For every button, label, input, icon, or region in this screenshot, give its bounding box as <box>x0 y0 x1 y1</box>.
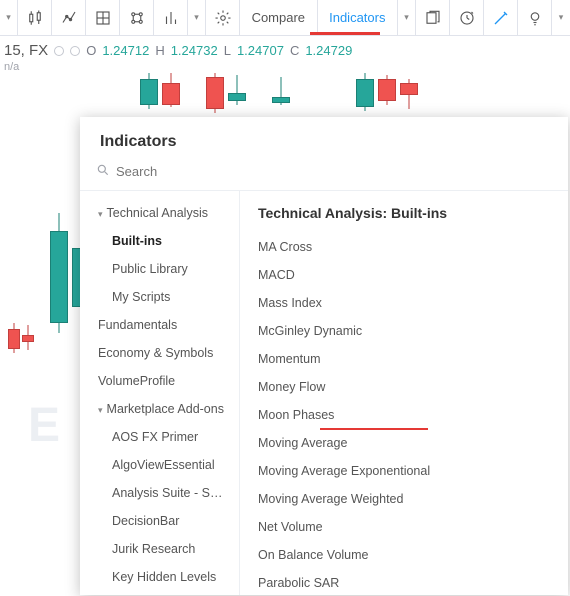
search-icon <box>96 163 110 180</box>
c-label: C <box>290 43 299 58</box>
chart-style-2-icon[interactable] <box>52 0 86 35</box>
ohlc-row: 15, FX O 1.24712 H 1.24732 L 1.24707 C 1… <box>0 36 570 59</box>
callout-underline-indicators <box>310 32 380 35</box>
indicators-button[interactable]: Indicators <box>318 0 398 35</box>
na-label: n/a <box>0 59 570 73</box>
candle <box>356 73 374 111</box>
nav-builtins[interactable]: Built-ins <box>80 227 239 255</box>
list-pane: Technical Analysis: Built-ins MA Cross M… <box>240 191 568 595</box>
candle <box>400 79 418 109</box>
list-item[interactable]: Money Flow <box>258 373 550 401</box>
candle <box>140 73 158 109</box>
chart-style-dropdown[interactable]: ▾ <box>188 0 206 35</box>
list-item[interactable]: MA Cross <box>258 233 550 261</box>
nav-economy-symbols[interactable]: Economy & Symbols <box>80 339 239 367</box>
bulb-icon[interactable] <box>518 0 552 35</box>
l-label: L <box>224 43 231 58</box>
search-row <box>80 163 568 191</box>
h-label: H <box>155 43 164 58</box>
nav-jurik[interactable]: Jurik Research <box>80 535 239 563</box>
list-item-moving-average[interactable]: Moving Average <box>258 429 550 457</box>
alert-icon[interactable] <box>450 0 484 35</box>
list-item[interactable]: Moving Average Weighted <box>258 485 550 513</box>
list-heading: Technical Analysis: Built-ins <box>258 205 550 221</box>
nav-public-library[interactable]: Public Library <box>80 255 239 283</box>
candle <box>22 325 34 350</box>
nav-technical-analysis[interactable]: Technical Analysis <box>80 199 239 227</box>
eye-icon[interactable] <box>54 46 64 56</box>
nav-aos[interactable]: AOS FX Primer <box>80 423 239 451</box>
candle <box>272 77 290 105</box>
watermark: E <box>28 398 60 453</box>
list-item[interactable]: Momentum <box>258 345 550 373</box>
list-item[interactable]: Net Volume <box>258 513 550 541</box>
nav-marketplace[interactable]: Marketplace Add-ons <box>80 395 239 423</box>
nav-analysis-suite[interactable]: Analysis Suite - SCM... <box>80 479 239 507</box>
nav-fundamentals[interactable]: Fundamentals <box>80 311 239 339</box>
candle <box>162 73 180 107</box>
callout-underline-moving-average <box>320 428 428 430</box>
list-item[interactable]: Parabolic SAR <box>258 569 550 595</box>
list-item[interactable]: Moving Average Exponentional <box>258 457 550 485</box>
symbol-text: 15, FX <box>4 42 48 59</box>
list-item[interactable]: MACD <box>258 261 550 289</box>
indicators-modal: Indicators Technical Analysis Built-ins … <box>80 117 568 595</box>
nav-my-scripts[interactable]: My Scripts <box>80 283 239 311</box>
gear-icon[interactable] <box>206 0 240 35</box>
candle <box>50 213 68 333</box>
nav-pane: Technical Analysis Built-ins Public Libr… <box>80 191 240 595</box>
indicators-dropdown[interactable]: ▾ <box>398 0 416 35</box>
nav-algoview[interactable]: AlgoViewEssential <box>80 451 239 479</box>
modal-title: Indicators <box>80 117 568 163</box>
o-value: 1.24712 <box>102 43 149 58</box>
candle <box>378 75 396 105</box>
candle <box>206 73 224 113</box>
chart-style-5-icon[interactable] <box>154 0 188 35</box>
list-item[interactable]: McGinley Dynamic <box>258 317 550 345</box>
bulb-dropdown[interactable]: ▾ <box>552 0 570 35</box>
chart-style-4-icon[interactable] <box>120 0 154 35</box>
top-toolbar: ▾ ▾ Compare Indicators ▾ ▾ <box>0 0 570 36</box>
search-input[interactable] <box>116 164 552 179</box>
nav-volume-profile[interactable]: VolumeProfile <box>80 367 239 395</box>
list-item[interactable]: On Balance Volume <box>258 541 550 569</box>
interval-dropdown[interactable]: ▾ <box>0 0 18 35</box>
nav-decisionbar[interactable]: DecisionBar <box>80 507 239 535</box>
candles-icon[interactable] <box>18 0 52 35</box>
l-value: 1.24707 <box>237 43 284 58</box>
h-value: 1.24732 <box>171 43 218 58</box>
chart-style-3-icon[interactable] <box>86 0 120 35</box>
o-label: O <box>86 43 96 58</box>
list-item[interactable]: Moon Phases <box>258 401 550 429</box>
list-item[interactable]: Mass Index <box>258 289 550 317</box>
nav-key-hidden[interactable]: Key Hidden Levels <box>80 563 239 591</box>
dot-icon[interactable] <box>70 46 80 56</box>
c-value: 1.24729 <box>305 43 352 58</box>
compare-button[interactable]: Compare <box>240 0 318 35</box>
candle <box>228 75 246 105</box>
template-icon[interactable] <box>416 0 450 35</box>
candle <box>8 323 20 353</box>
pencil-icon[interactable] <box>484 0 518 35</box>
